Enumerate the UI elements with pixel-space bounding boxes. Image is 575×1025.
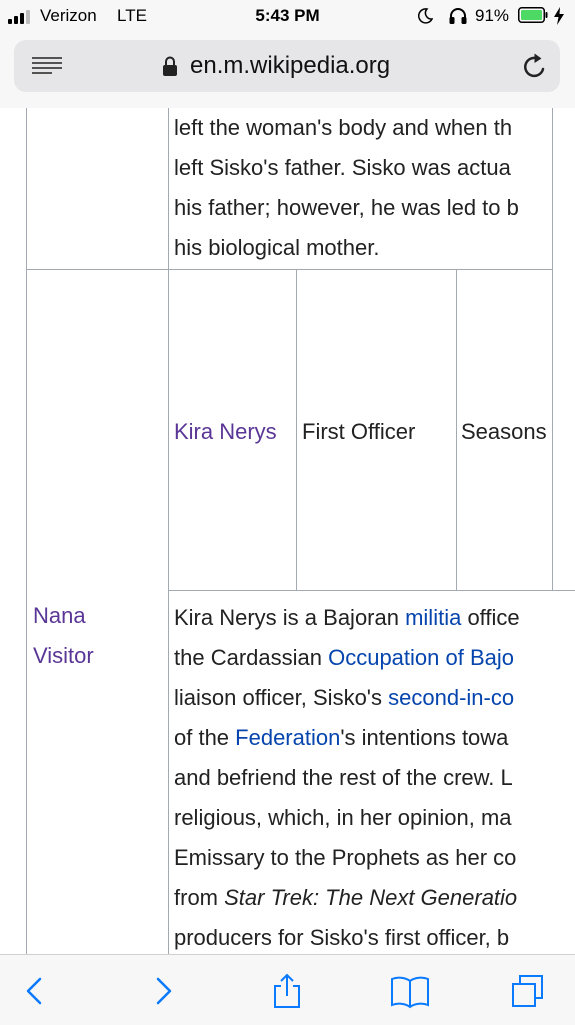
description-text-run: religious, which, in her opinion, ma <box>174 805 512 830</box>
description-text-run: 's intentions towa <box>340 725 509 750</box>
battery-percent: 91% <box>475 6 510 25</box>
description-line: and befriend the rest of the crew. L <box>174 758 520 798</box>
previous-description-line: his father; however, he was led to b <box>174 195 519 220</box>
description-text-run: from <box>174 885 225 910</box>
battery-icon <box>518 7 548 23</box>
previous-description-line: his biological mother. <box>174 235 380 260</box>
inline-link[interactable]: militia <box>405 605 461 630</box>
table-inner-divider <box>168 590 575 591</box>
description-text-run: of the <box>174 725 236 750</box>
table-row-divider <box>26 269 553 270</box>
description-text-run: the Cardassian <box>174 645 329 670</box>
table-border-left <box>26 108 27 954</box>
actor-link[interactable]: Nana Visitor <box>33 596 94 676</box>
character-link[interactable]: Kira Nerys <box>174 412 277 452</box>
table-border-col3 <box>456 269 457 591</box>
description-text-run: and befriend the rest of the crew. L <box>174 765 513 790</box>
inline-link[interactable]: Occupation of Bajo <box>328 645 514 670</box>
description-line: the Cardassian Occupation of Bajo <box>174 638 520 678</box>
description-text-run: Star Trek: The Next Generatio <box>224 885 518 910</box>
reload-icon[interactable] <box>522 52 548 80</box>
page-content: left the woman's body and when th left Si… <box>0 108 575 954</box>
table-border-col1 <box>168 108 169 954</box>
description-text-run: producers for Sisko's first officer, b <box>174 925 510 950</box>
charging-bolt-icon <box>554 7 564 25</box>
description-cell: Kira Nerys is a Bajoran militia office th… <box>174 598 575 954</box>
description-line: from Star Trek: The Next Generatio <box>174 878 520 918</box>
previous-description-line: left the woman's body and when th <box>174 115 513 140</box>
previous-description-line: left Sisko's father. Sisko was actua <box>174 155 511 180</box>
actor-first-name[interactable]: Nana <box>33 596 94 636</box>
reader-view-icon[interactable] <box>32 56 62 76</box>
lock-icon <box>163 56 177 76</box>
browser-toolbar <box>0 954 575 1025</box>
inline-link[interactable]: Federation <box>235 725 340 750</box>
description-line: Kira Nerys is a Bajoran militia office <box>174 598 520 638</box>
rank-cell: First Officer <box>302 419 416 444</box>
moon-icon <box>417 8 433 24</box>
tabs-icon[interactable] <box>510 973 544 1009</box>
seasons-cell: Seasons <box>461 412 552 452</box>
share-icon[interactable] <box>270 973 304 1009</box>
description-line: of the Federation's intentions towa <box>174 718 520 758</box>
description-text-run: Kira Nerys is a Bajoran <box>174 605 406 630</box>
description-line: producers for Sisko's first officer, b <box>174 918 520 954</box>
description-text-run: office <box>461 605 520 630</box>
previous-description-text: left the woman's body and when th left Si… <box>174 108 519 268</box>
description-line: liaison officer, Sisko's second-in-co <box>174 678 520 718</box>
description-text: Kira Nerys is a Bajoran militia office th… <box>174 598 520 954</box>
description-text-run: liaison officer, Sisko's <box>174 685 389 710</box>
inline-link[interactable]: second-in-co <box>388 685 514 710</box>
back-icon[interactable] <box>18 973 52 1009</box>
actor-last-name[interactable]: Visitor <box>33 636 94 676</box>
description-text-run: Emissary to the Prophets as her co <box>174 845 517 870</box>
seasons-text: Seasons <box>461 419 547 444</box>
forward-icon[interactable] <box>146 973 180 1009</box>
table-border-right <box>552 108 553 590</box>
headphones-icon <box>449 8 467 24</box>
url-text[interactable]: en.m.wikipedia.org <box>190 52 390 80</box>
description-line: Emissary to the Prophets as her co <box>174 838 520 878</box>
status-bar: Verizon LTE 5:43 PM 91% <box>0 0 575 34</box>
bookmarks-icon[interactable] <box>390 973 430 1009</box>
table-border-col2 <box>296 269 297 591</box>
description-line: religious, which, in her opinion, ma <box>174 798 520 838</box>
previous-description-cell: left the woman's body and when th left Si… <box>174 108 552 268</box>
address-bar[interactable]: en.m.wikipedia.org <box>14 40 560 92</box>
